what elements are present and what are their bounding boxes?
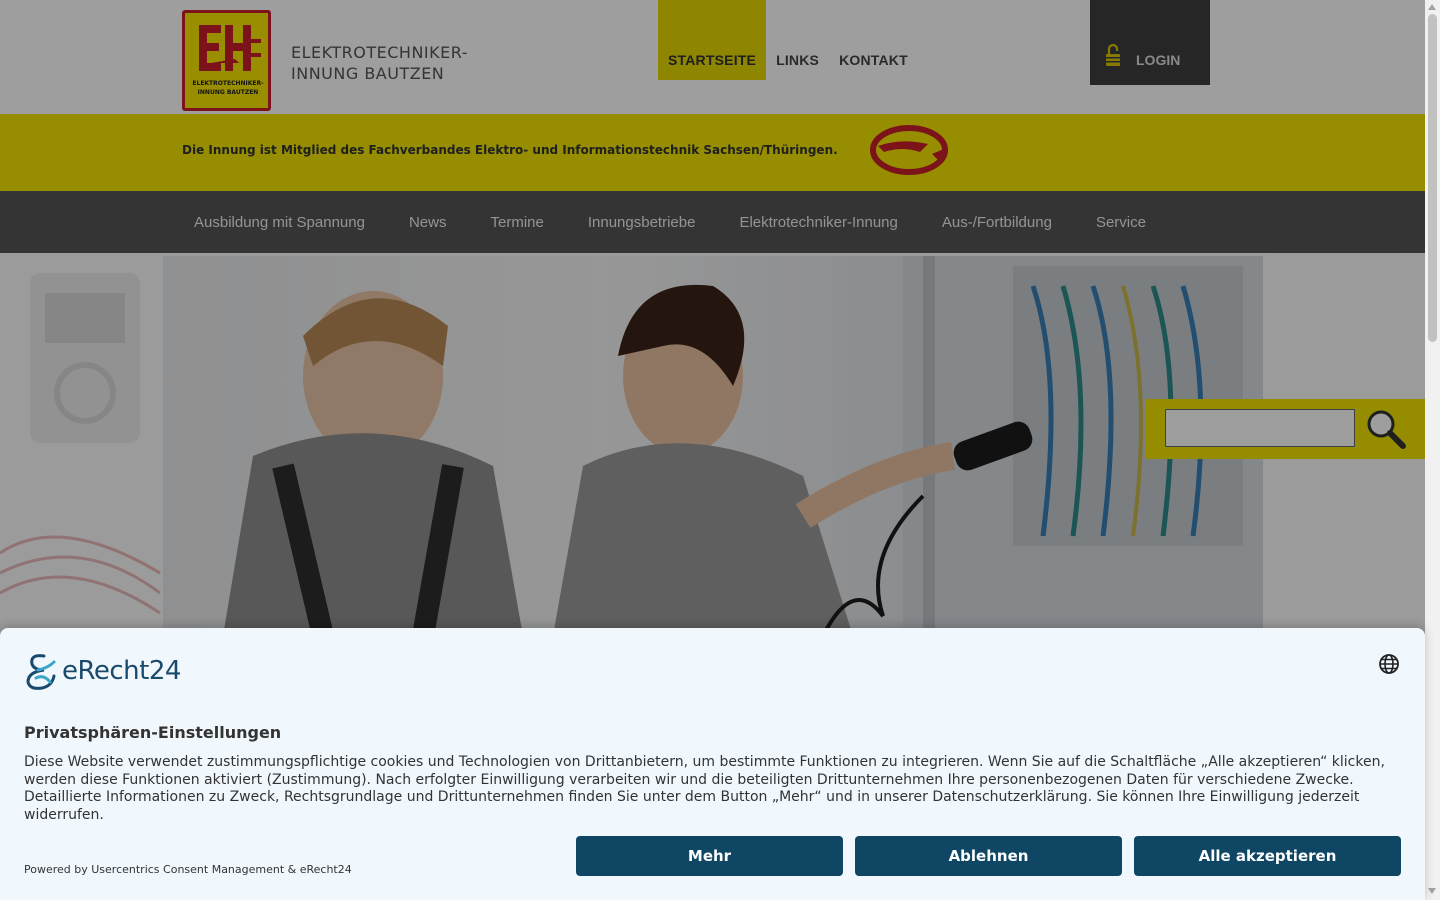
globe-icon[interactable] — [1378, 653, 1400, 675]
more-button[interactable]: Mehr — [576, 836, 843, 876]
erecht24-logo: eRecht24 — [24, 652, 181, 690]
consent-brand: eRecht24 — [62, 656, 181, 686]
erecht24-mark-icon — [26, 654, 56, 690]
decline-button[interactable]: Ablehnen — [855, 836, 1122, 876]
consent-powered-by: Powered by Usercentrics Consent Manageme… — [24, 863, 352, 876]
scroll-thumb[interactable] — [1428, 14, 1437, 342]
accept-all-button[interactable]: Alle akzeptieren — [1134, 836, 1401, 876]
scroll-down-arrow-icon[interactable] — [1428, 888, 1436, 894]
page-scrollbar[interactable] — [1425, 0, 1440, 900]
consent-banner: eRecht24 Privatsphären-Einstellungen Die… — [0, 628, 1425, 900]
scroll-up-arrow-icon[interactable] — [1428, 4, 1436, 10]
consent-title: Privatsphären-Einstellungen — [24, 723, 282, 742]
consent-description: Diese Website verwendet zustimmungspflic… — [24, 754, 1385, 823]
